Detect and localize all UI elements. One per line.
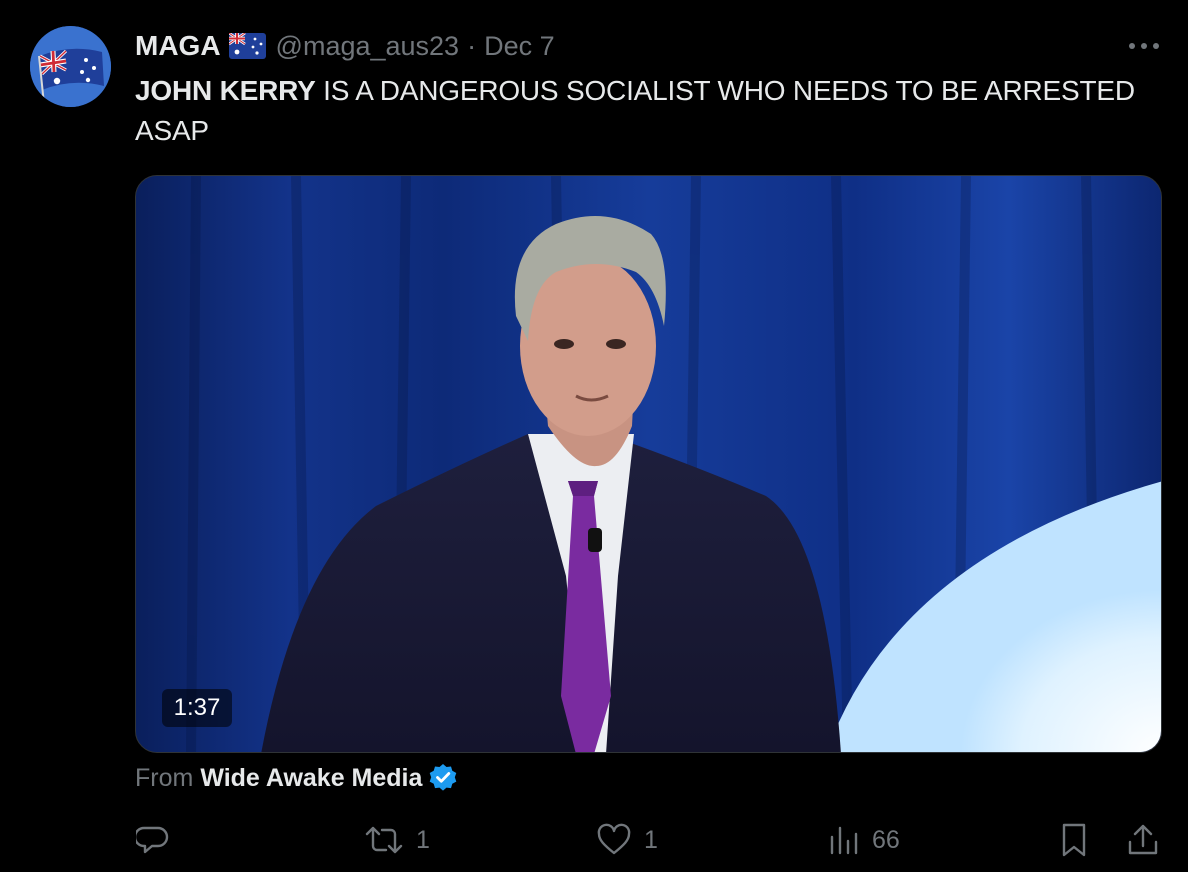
retweet-icon (364, 823, 404, 857)
reply-button[interactable] (136, 820, 170, 860)
display-name[interactable]: MAGA (135, 30, 221, 62)
views-icon (828, 823, 860, 857)
from-label: From (135, 763, 194, 792)
views-button[interactable]: 66 (828, 820, 900, 860)
bookmark-button[interactable] (1060, 820, 1088, 860)
handle[interactable]: @maga_aus23 (276, 31, 460, 62)
views-count: 66 (872, 825, 900, 854)
retweet-button[interactable]: 1 (364, 820, 430, 860)
video-duration-badge: 1:37 (162, 689, 232, 727)
avatar[interactable] (30, 26, 111, 107)
video-thumbnail (136, 176, 1161, 752)
bookmark-icon (1060, 822, 1088, 858)
source-account-link[interactable]: Wide Awake Media (200, 764, 422, 793)
tweet-header: MAGA @maga_aus23 · Dec 7 (135, 28, 555, 64)
like-count: 1 (644, 825, 658, 854)
video-player[interactable] (135, 175, 1162, 753)
tweet-text: JOHN KERRY IS A DANGEROUS SOCIALIST WHO … (135, 71, 1135, 151)
share-icon (1126, 822, 1160, 858)
share-button[interactable] (1126, 820, 1160, 860)
verified-badge-icon (428, 763, 458, 793)
australia-flag-icon (228, 33, 266, 59)
tweet[interactable]: MAGA @maga_aus23 · Dec 7 JOHN KERRY IS A… (0, 0, 1188, 872)
australia-flag-avatar-icon (30, 26, 111, 107)
timestamp[interactable]: Dec 7 (484, 31, 555, 62)
retweet-count: 1 (416, 825, 430, 854)
reply-icon (136, 823, 170, 857)
tweet-text-bold: JOHN KERRY (135, 75, 316, 106)
like-button[interactable]: 1 (596, 820, 658, 860)
heart-icon (596, 823, 632, 857)
media-attribution: From Wide Awake Media (135, 762, 458, 794)
more-options-icon[interactable] (1127, 38, 1161, 54)
separator-dot: · (467, 30, 477, 61)
